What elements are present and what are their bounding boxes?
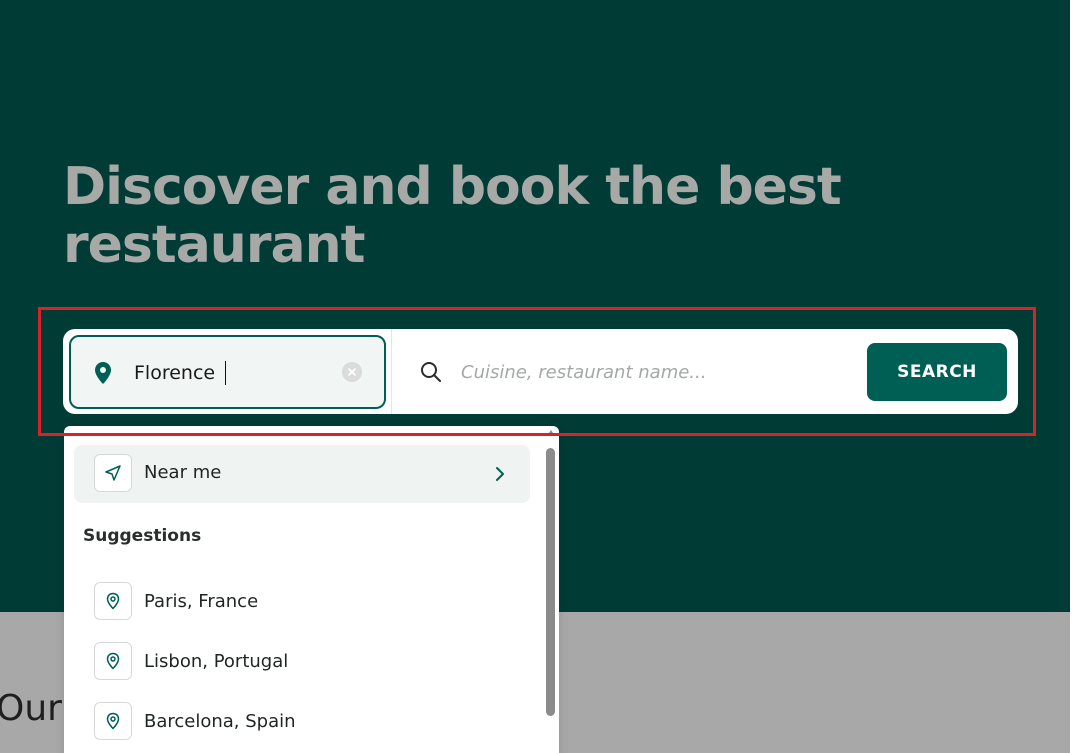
near-me-option[interactable]: Near me bbox=[74, 445, 530, 503]
location-field[interactable] bbox=[69, 335, 386, 409]
page-edge bbox=[1070, 0, 1090, 753]
suggestion-icon-box bbox=[94, 702, 132, 740]
location-pin-outline-icon bbox=[106, 712, 120, 730]
search-button[interactable]: SEARCH bbox=[867, 343, 1007, 401]
location-pin-outline-icon bbox=[106, 652, 120, 670]
cuisine-search-input[interactable] bbox=[461, 357, 841, 387]
hero-title: Discover and book the best restaurant bbox=[63, 157, 842, 275]
search-bar: SEARCH bbox=[63, 329, 1018, 414]
page: Discover and book the best restaurant Ou… bbox=[0, 0, 1090, 753]
near-me-icon-box bbox=[94, 454, 132, 492]
suggestion-label: Lisbon, Portugal bbox=[144, 651, 289, 672]
location-dropdown: Near me Suggestions Paris, France Lisbon… bbox=[64, 426, 559, 753]
section-heading-partial: Our bbox=[0, 688, 62, 729]
suggestion-item-lisbon[interactable]: Lisbon, Portugal bbox=[94, 642, 514, 682]
location-pin-outline-icon bbox=[106, 592, 120, 610]
suggestion-icon-box bbox=[94, 582, 132, 620]
dropdown-scrollbar[interactable] bbox=[544, 428, 558, 753]
chevron-right-icon bbox=[496, 467, 504, 481]
text-caret bbox=[225, 361, 226, 385]
location-input[interactable] bbox=[134, 359, 334, 387]
suggestion-item-barcelona[interactable]: Barcelona, Spain bbox=[94, 702, 514, 742]
clear-location-button[interactable] bbox=[342, 362, 362, 382]
suggestion-label: Barcelona, Spain bbox=[144, 711, 296, 732]
map-pin-icon bbox=[95, 362, 111, 384]
suggestion-item-paris[interactable]: Paris, France bbox=[94, 582, 514, 622]
search-divider bbox=[391, 329, 392, 414]
suggestion-label: Paris, France bbox=[144, 591, 259, 612]
scrollbar-thumb[interactable] bbox=[546, 448, 555, 716]
suggestions-heading: Suggestions bbox=[83, 526, 202, 546]
clear-circle-icon bbox=[348, 368, 356, 376]
scroll-up-arrow[interactable] bbox=[547, 430, 555, 436]
search-icon bbox=[421, 362, 441, 382]
navigation-arrow-icon bbox=[105, 465, 121, 481]
near-me-label: Near me bbox=[144, 462, 222, 483]
suggestion-icon-box bbox=[94, 642, 132, 680]
